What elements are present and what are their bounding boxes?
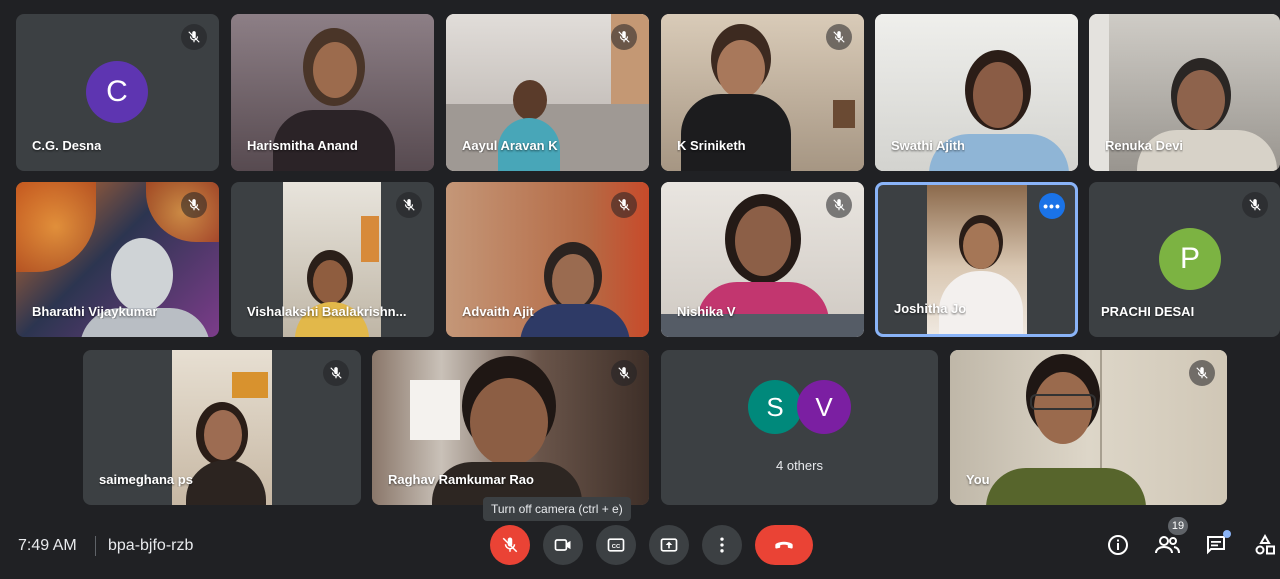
mic-off-icon — [181, 192, 207, 218]
mic-off-icon — [1189, 360, 1215, 386]
activities-button[interactable] — [1250, 530, 1280, 560]
participant-tile[interactable]: Raghav Ramkumar Rao — [372, 350, 649, 505]
present-screen-icon — [659, 535, 679, 555]
captions-button[interactable]: CC — [596, 525, 636, 565]
people-icon — [1154, 533, 1180, 557]
present-button[interactable] — [649, 525, 689, 565]
mic-off-icon — [181, 24, 207, 50]
participant-name: Renuka Devi — [1105, 138, 1184, 153]
divider — [95, 536, 96, 556]
participant-tile[interactable]: Swathi Ajith — [875, 14, 1078, 171]
mic-off-icon — [501, 536, 519, 554]
participant-name: K Sriniketh — [677, 138, 746, 153]
participant-tile[interactable]: Nishika V — [661, 182, 864, 337]
avatar: S — [748, 380, 802, 434]
info-icon — [1106, 533, 1130, 557]
mic-off-icon — [826, 192, 852, 218]
meeting-code: bpa-bjfo-rzb — [108, 537, 194, 554]
activities-icon — [1253, 533, 1277, 557]
mic-toggle-button[interactable] — [490, 525, 530, 565]
chat-icon — [1204, 530, 1231, 557]
tooltip: Turn off camera (ctrl + e) — [483, 497, 631, 521]
mic-off-icon — [826, 24, 852, 50]
more-options-button[interactable] — [702, 525, 742, 565]
more-vert-icon — [712, 535, 732, 555]
avatar: P — [1159, 228, 1221, 290]
participant-name: Bharathi Vijaykumar — [32, 304, 158, 319]
chat-button[interactable] — [1201, 530, 1231, 560]
others-tile[interactable]: S V 4 others — [661, 350, 938, 505]
participant-name: You — [966, 472, 990, 487]
participant-name: Joshitha Jo — [894, 301, 967, 316]
participant-name: Aayul Aravan K — [462, 138, 558, 153]
participant-tile[interactable]: Renuka Devi — [1089, 14, 1280, 171]
mic-off-icon — [611, 360, 637, 386]
self-tile[interactable]: You — [950, 350, 1227, 505]
participant-name: Vishalakshi Baalakrishn... — [247, 304, 407, 319]
others-count-label: 4 others — [776, 458, 823, 473]
participant-name: Raghav Ramkumar Rao — [388, 472, 534, 487]
participant-name: Advaith Ajit — [462, 304, 534, 319]
more-options-icon[interactable]: ••• — [1039, 193, 1065, 219]
participant-name: C.G. Desna — [32, 138, 102, 153]
participant-name: Nishika V — [677, 304, 736, 319]
mic-off-icon — [323, 360, 349, 386]
participant-tile[interactable]: Aayul Aravan K — [446, 14, 649, 171]
participant-name: saimeghana ps — [99, 472, 193, 487]
avatar: V — [797, 380, 851, 434]
participant-tile[interactable]: K Sriniketh — [661, 14, 864, 171]
participant-count-badge: 19 — [1168, 517, 1188, 535]
video-feed — [950, 350, 1227, 505]
meeting-time: 7:49 AM — [18, 537, 77, 554]
avatar: C — [86, 61, 148, 123]
participant-tile[interactable]: ••• Joshitha Jo — [875, 182, 1078, 337]
meeting-details-button[interactable] — [1103, 530, 1133, 560]
participant-tile[interactable]: saimeghana ps — [83, 350, 361, 505]
participant-tile[interactable]: Bharathi Vijaykumar — [16, 182, 219, 337]
camera-icon — [553, 535, 573, 555]
svg-text:CC: CC — [612, 544, 621, 550]
participant-tile[interactable]: Harismitha Anand — [231, 14, 434, 171]
participant-name: PRACHI DESAI — [1101, 304, 1195, 319]
participant-name: Harismitha Anand — [247, 138, 358, 153]
participant-name: Swathi Ajith — [891, 138, 965, 153]
mic-off-icon — [611, 24, 637, 50]
participant-tile[interactable]: Advaith Ajit — [446, 182, 649, 337]
hang-up-icon — [771, 532, 797, 558]
participant-tile[interactable]: C C.G. Desna — [16, 14, 219, 171]
mic-off-icon — [396, 192, 422, 218]
camera-toggle-button[interactable] — [543, 525, 583, 565]
participant-tile[interactable]: P PRACHI DESAI — [1089, 182, 1280, 337]
participant-tile[interactable]: Vishalakshi Baalakrishn... — [231, 182, 434, 337]
leave-call-button[interactable] — [755, 525, 813, 565]
captions-icon: CC — [606, 535, 626, 555]
mic-off-icon — [611, 192, 637, 218]
mic-off-icon — [1242, 192, 1268, 218]
